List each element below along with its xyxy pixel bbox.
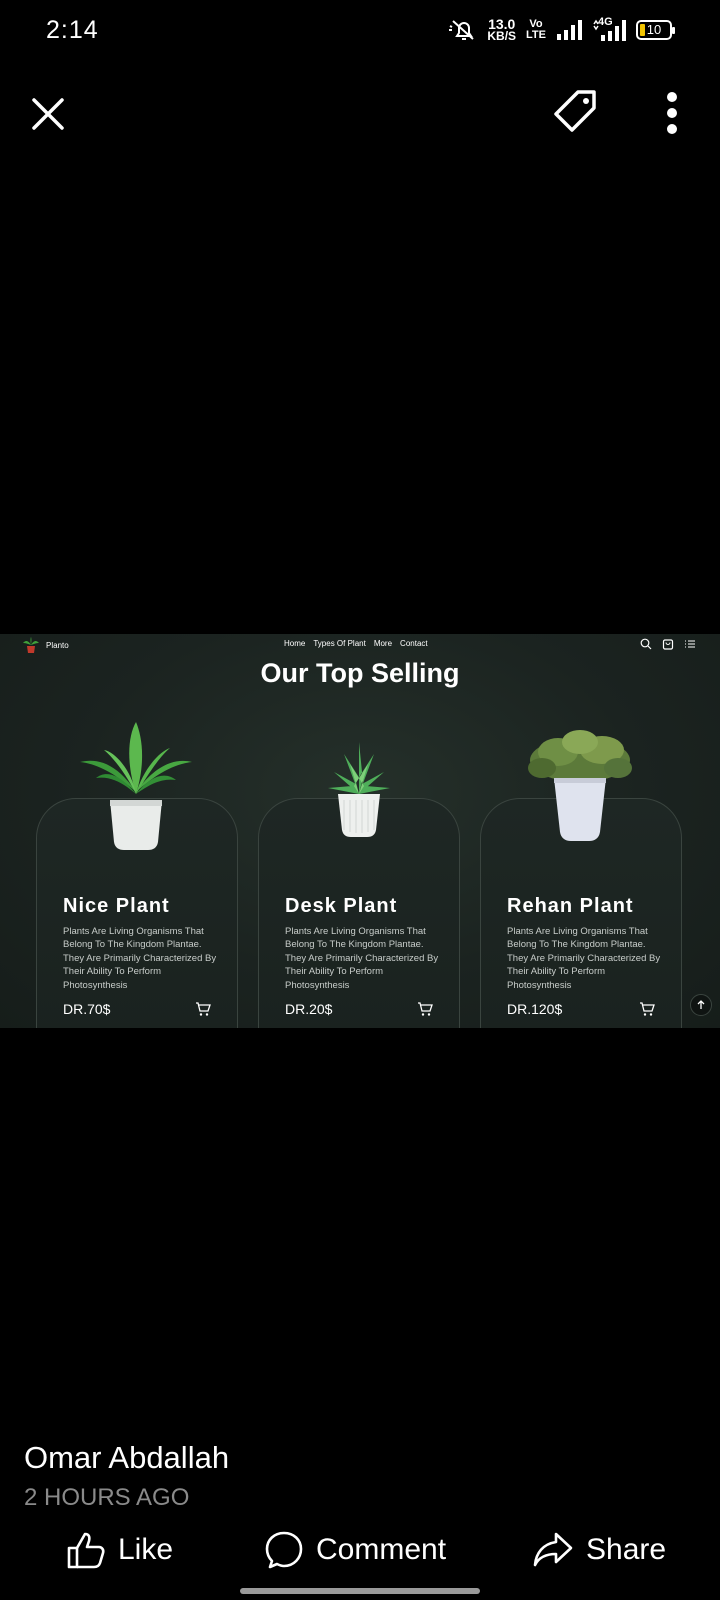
- share-button[interactable]: Share: [532, 1530, 666, 1570]
- comment-label: Comment: [316, 1533, 447, 1566]
- comment-icon: [265, 1531, 303, 1569]
- status-time: 2:14: [46, 16, 99, 44]
- volte-badge: Vo LTE: [526, 18, 546, 41]
- tag-button[interactable]: [550, 86, 602, 138]
- share-icon: [533, 1532, 573, 1567]
- more-vertical-icon: [667, 92, 677, 134]
- nav-more[interactable]: More: [374, 639, 392, 648]
- tag-icon: [554, 90, 596, 132]
- nav-contact[interactable]: Contact: [400, 639, 428, 648]
- scroll-to-top-button[interactable]: [690, 994, 712, 1016]
- status-icons: 13.0 KB/S Vo LTE 4G 10: [447, 16, 675, 43]
- cart-icon[interactable]: [639, 1001, 655, 1017]
- arrow-up-icon: [697, 1000, 705, 1009]
- nav-types-of-plant[interactable]: Types Of Plant: [313, 639, 365, 648]
- brand-name: Planto: [46, 640, 69, 650]
- status-bar: 2:14 13.0 KB/S Vo LTE 4G 10: [0, 0, 720, 62]
- thumbs-up-icon: [67, 1532, 105, 1569]
- product-description: Plants Are Living Organisms That Belong …: [507, 926, 661, 991]
- cart-icon[interactable]: [417, 1001, 433, 1017]
- signal-4g-icon: 4G: [592, 16, 626, 42]
- site-nav-icons: [640, 638, 696, 650]
- plant-image-desk: [328, 742, 390, 837]
- section-title: Our Top Selling: [260, 658, 460, 688]
- signal-icon: [557, 20, 582, 40]
- post-actions: Like Comment Share: [0, 1530, 720, 1580]
- nav-home[interactable]: Home: [284, 639, 305, 648]
- battery-indicator: 10: [636, 20, 675, 40]
- net-speed: 13.0 KB/S: [487, 16, 517, 43]
- site-brand[interactable]: Planto: [22, 636, 69, 654]
- post-timestamp: 2 HOURS AGO: [24, 1484, 190, 1511]
- search-icon[interactable]: [640, 638, 652, 650]
- share-label: Share: [586, 1533, 667, 1566]
- product-name: Rehan Plant: [507, 895, 634, 917]
- product-price: DR.70$: [63, 1001, 111, 1017]
- product-price: DR.120$: [507, 1001, 563, 1017]
- plant-logo-icon: [23, 637, 39, 653]
- site-navbar: Planto Home Types Of Plant More Contact: [0, 634, 720, 654]
- comment-button[interactable]: Comment: [264, 1530, 446, 1570]
- site-nav-links: Home Types Of Plant More Contact: [284, 639, 428, 648]
- author-name[interactable]: Omar Abdallah: [24, 1440, 229, 1476]
- post-image[interactable]: Planto Home Types Of Plant More Contact …: [0, 634, 720, 1028]
- product-description: Plants Are Living Organisms That Belong …: [285, 926, 439, 991]
- more-options-button[interactable]: [652, 88, 692, 138]
- like-label: Like: [118, 1533, 174, 1566]
- like-button[interactable]: Like: [66, 1530, 173, 1570]
- home-indicator[interactable]: [240, 1588, 480, 1594]
- mute-icon: [449, 20, 475, 40]
- product-description: Plants Are Living Organisms That Belong …: [63, 926, 217, 991]
- product-name: Desk Plant: [285, 895, 398, 917]
- close-icon: [32, 98, 64, 130]
- cart-icon[interactable]: [195, 1001, 211, 1017]
- plant-image-nice: [80, 722, 192, 850]
- bag-icon[interactable]: [662, 638, 674, 650]
- close-button[interactable]: [26, 92, 70, 136]
- plant-image-rehan: [528, 730, 632, 841]
- product-price: DR.20$: [285, 1001, 333, 1017]
- product-name: Nice Plant: [63, 895, 170, 917]
- menu-icon[interactable]: [684, 638, 696, 650]
